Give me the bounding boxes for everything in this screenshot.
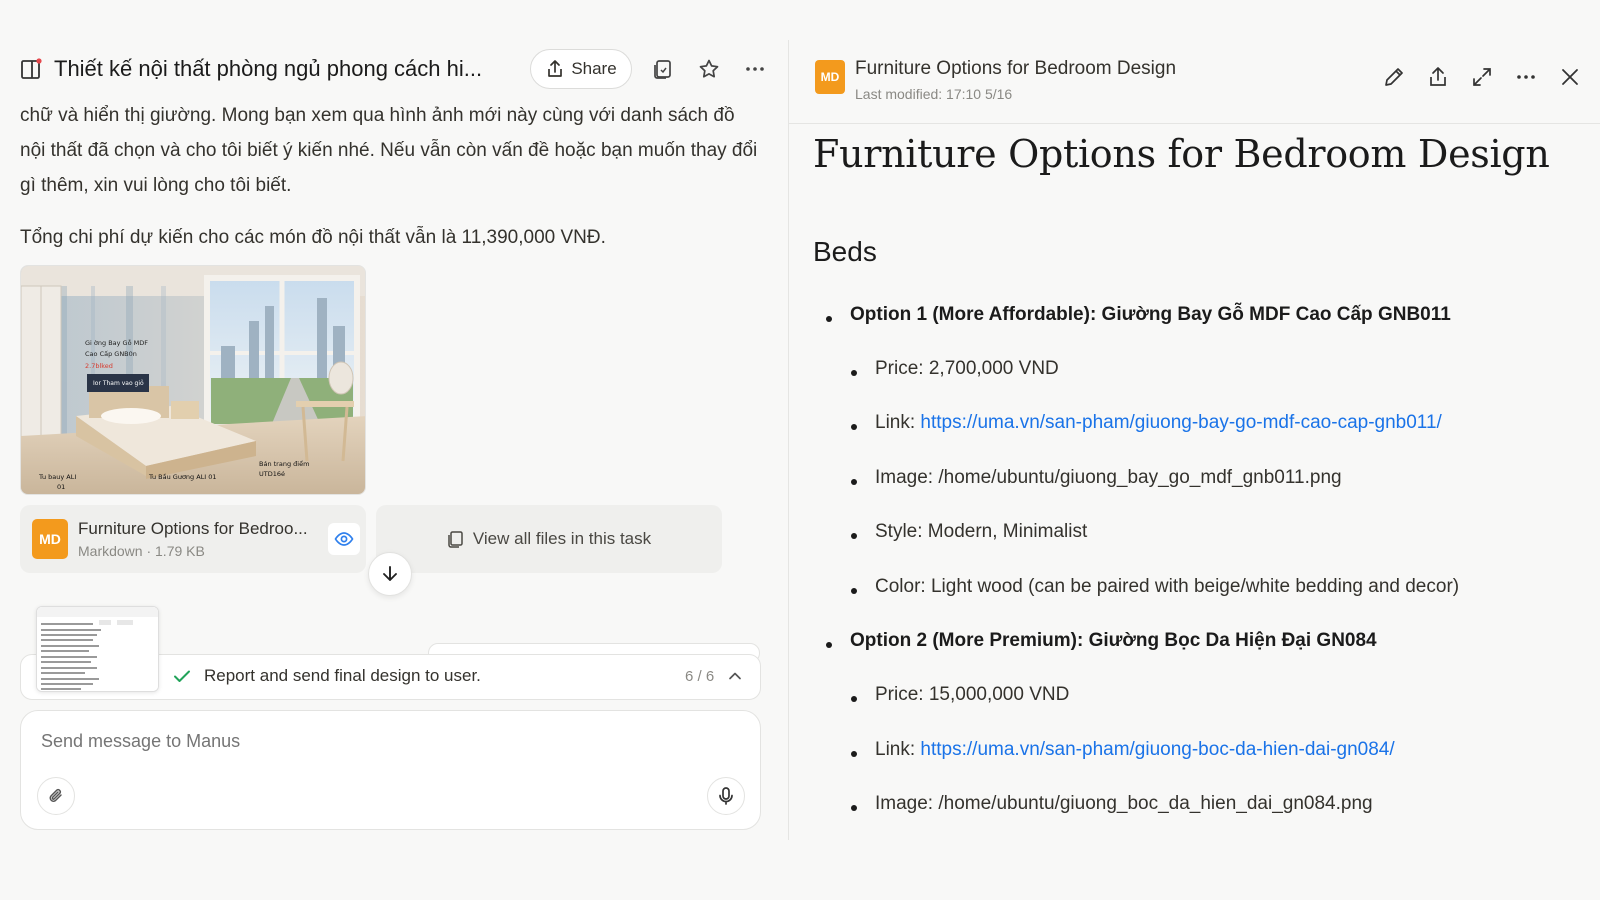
- task-count: 6 / 6: [685, 668, 715, 685]
- option-2-price: Price: 15,000,000 VND: [875, 684, 1070, 705]
- eye-icon: [334, 532, 354, 546]
- document-header: MD Furniture Options for Bedroom Design …: [789, 40, 1600, 124]
- option-2-image: Image: /home/ubuntu/giuong_boc_da_hien_d…: [875, 793, 1373, 814]
- bullet: [826, 642, 832, 648]
- bullet: [851, 370, 857, 376]
- panel-icon[interactable]: [20, 58, 42, 80]
- option-1-title: Option 1 (More Affordable): Giường Bay G…: [850, 304, 1451, 325]
- bullet: [851, 805, 857, 811]
- chat-pane: Thiết kế nội thất phòng ngủ phong cách h…: [0, 0, 790, 900]
- document-toolbar: [1379, 62, 1585, 92]
- image-bed-label-2: Cao Cấp GNB0n: [85, 350, 137, 358]
- view-all-label: View all files in this task: [472, 529, 652, 548]
- bullet: [851, 696, 857, 702]
- file-info: Furniture Options for Bedroo... Markdown…: [78, 519, 318, 559]
- share-button[interactable]: Share: [530, 49, 632, 89]
- expand-button[interactable]: [1467, 62, 1497, 92]
- attach-button[interactable]: [37, 777, 75, 815]
- export-button[interactable]: [1423, 62, 1453, 92]
- image-bed-label-3: 2.7blked: [85, 362, 113, 370]
- share-icon: [548, 60, 563, 77]
- option-1-style: Style: Modern, Minimalist: [875, 521, 1088, 542]
- bullet: [851, 751, 857, 757]
- link-prefix: Link:: [875, 739, 921, 760]
- check-icon: [174, 670, 190, 682]
- bullet: [851, 588, 857, 594]
- image-desk-label: Bán trang điểm: [259, 459, 309, 468]
- option-1-price: Price: 2,700,000 VND: [875, 358, 1059, 379]
- md-badge-label: MD: [39, 531, 61, 547]
- files-icon: [448, 531, 463, 548]
- option-2-title: Option 2 (More Premium): Giường Bọc Da H…: [850, 630, 1377, 651]
- last-modified: Last modified: 17:10 5/16: [855, 86, 1013, 102]
- close-icon: [1562, 69, 1578, 85]
- option-1-image: Image: /home/ubuntu/giuong_bay_go_mdf_gn…: [875, 467, 1342, 488]
- total-cost-text: Tổng chi phí dự kiến cho các món đồ nội …: [20, 227, 606, 248]
- option-1-link-row: Link: https://uma.vn/san-pham/giuong-bay…: [875, 412, 1442, 434]
- document-body: Furniture Options for Bedroom Design Bed…: [813, 132, 1583, 814]
- markdown-file-icon: MD: [32, 519, 68, 559]
- expand-icon: [1473, 68, 1491, 86]
- paperclip-icon: [49, 788, 62, 802]
- image-bed-label-1: Gi ờng Bay Gỗ MDF: [85, 338, 148, 347]
- document-heading: Furniture Options for Bedroom Design: [813, 132, 1550, 176]
- link-prefix: Link:: [875, 412, 921, 433]
- file-copy-button[interactable]: [648, 54, 678, 84]
- bullet: [851, 424, 857, 430]
- more-icon: [746, 67, 764, 71]
- arrow-down-icon: [383, 566, 397, 581]
- markdown-file-icon: MD: [815, 60, 845, 94]
- option-1-link[interactable]: https://uma.vn/san-pham/giuong-bay-go-md…: [920, 412, 1441, 433]
- bullet: [851, 479, 857, 485]
- bedroom-render-image[interactable]: Gi ờng Bay Gỗ MDF Cao Cấp GNB0n 2.7blked…: [20, 265, 366, 495]
- more-button[interactable]: [740, 54, 770, 84]
- chevron-up-icon[interactable]: [727, 668, 743, 684]
- document-viewer: MD Furniture Options for Bedroom Design …: [788, 40, 1600, 840]
- voice-input-button[interactable]: [707, 777, 745, 815]
- close-button[interactable]: [1555, 62, 1585, 92]
- chat-title: Thiết kế nội thất phòng ngủ phong cách h…: [54, 56, 483, 81]
- more-button[interactable]: [1511, 62, 1541, 92]
- assistant-message-text: chữ và hiển thị giường. Mong bạn xem qua…: [20, 105, 758, 196]
- file-meta: Markdown · 1.79 KB: [78, 543, 205, 559]
- computer-screen-thumbnail[interactable]: [36, 606, 159, 692]
- image-nightstand-label: Tu Bầu Gương ALI 01: [148, 473, 217, 481]
- favorite-button[interactable]: [694, 54, 724, 84]
- message-input[interactable]: [41, 731, 641, 752]
- preview-button[interactable]: [328, 523, 360, 555]
- chat-header: Thiết kế nội thất phòng ngủ phong cách h…: [20, 48, 780, 90]
- file-card[interactable]: MD Furniture Options for Bedroo... Markd…: [20, 505, 366, 573]
- share-label: Share: [571, 59, 617, 78]
- document-title: Furniture Options for Bedroom Design: [855, 58, 1177, 79]
- section-heading-beds: Beds: [813, 236, 877, 267]
- pencil-icon: [1385, 68, 1403, 86]
- file-name: Furniture Options for Bedroo...: [78, 519, 308, 538]
- mic-icon: [719, 787, 733, 805]
- option-2-link[interactable]: https://uma.vn/san-pham/giuong-boc-da-hi…: [920, 739, 1394, 760]
- bullet: [826, 316, 832, 322]
- task-text: Report and send final design to user.: [204, 666, 481, 685]
- star-icon: [699, 59, 719, 78]
- image-cart-button-text: Ior Tham vao giỏ: [93, 380, 144, 387]
- image-wardrobe-label: Tu bauy ALI: [38, 473, 76, 481]
- option-2-link-row: Link: https://uma.vn/san-pham/giuong-boc…: [875, 739, 1395, 761]
- edit-button[interactable]: [1379, 62, 1409, 92]
- export-icon: [1430, 67, 1446, 86]
- doc-badge-label: MD: [820, 70, 840, 84]
- image-wardrobe-label-2: 01: [57, 483, 65, 491]
- file-copy-icon: [654, 60, 671, 79]
- more-icon: [1517, 75, 1535, 79]
- bullet: [851, 533, 857, 539]
- option-1-color: Color: Light wood (can be paired with be…: [875, 576, 1460, 597]
- scroll-to-bottom-button[interactable]: [368, 552, 412, 596]
- image-desk-label-2: UTD16é: [259, 470, 285, 478]
- view-all-files-button[interactable]: View all files in this task: [376, 505, 722, 573]
- message-composer: [20, 710, 761, 830]
